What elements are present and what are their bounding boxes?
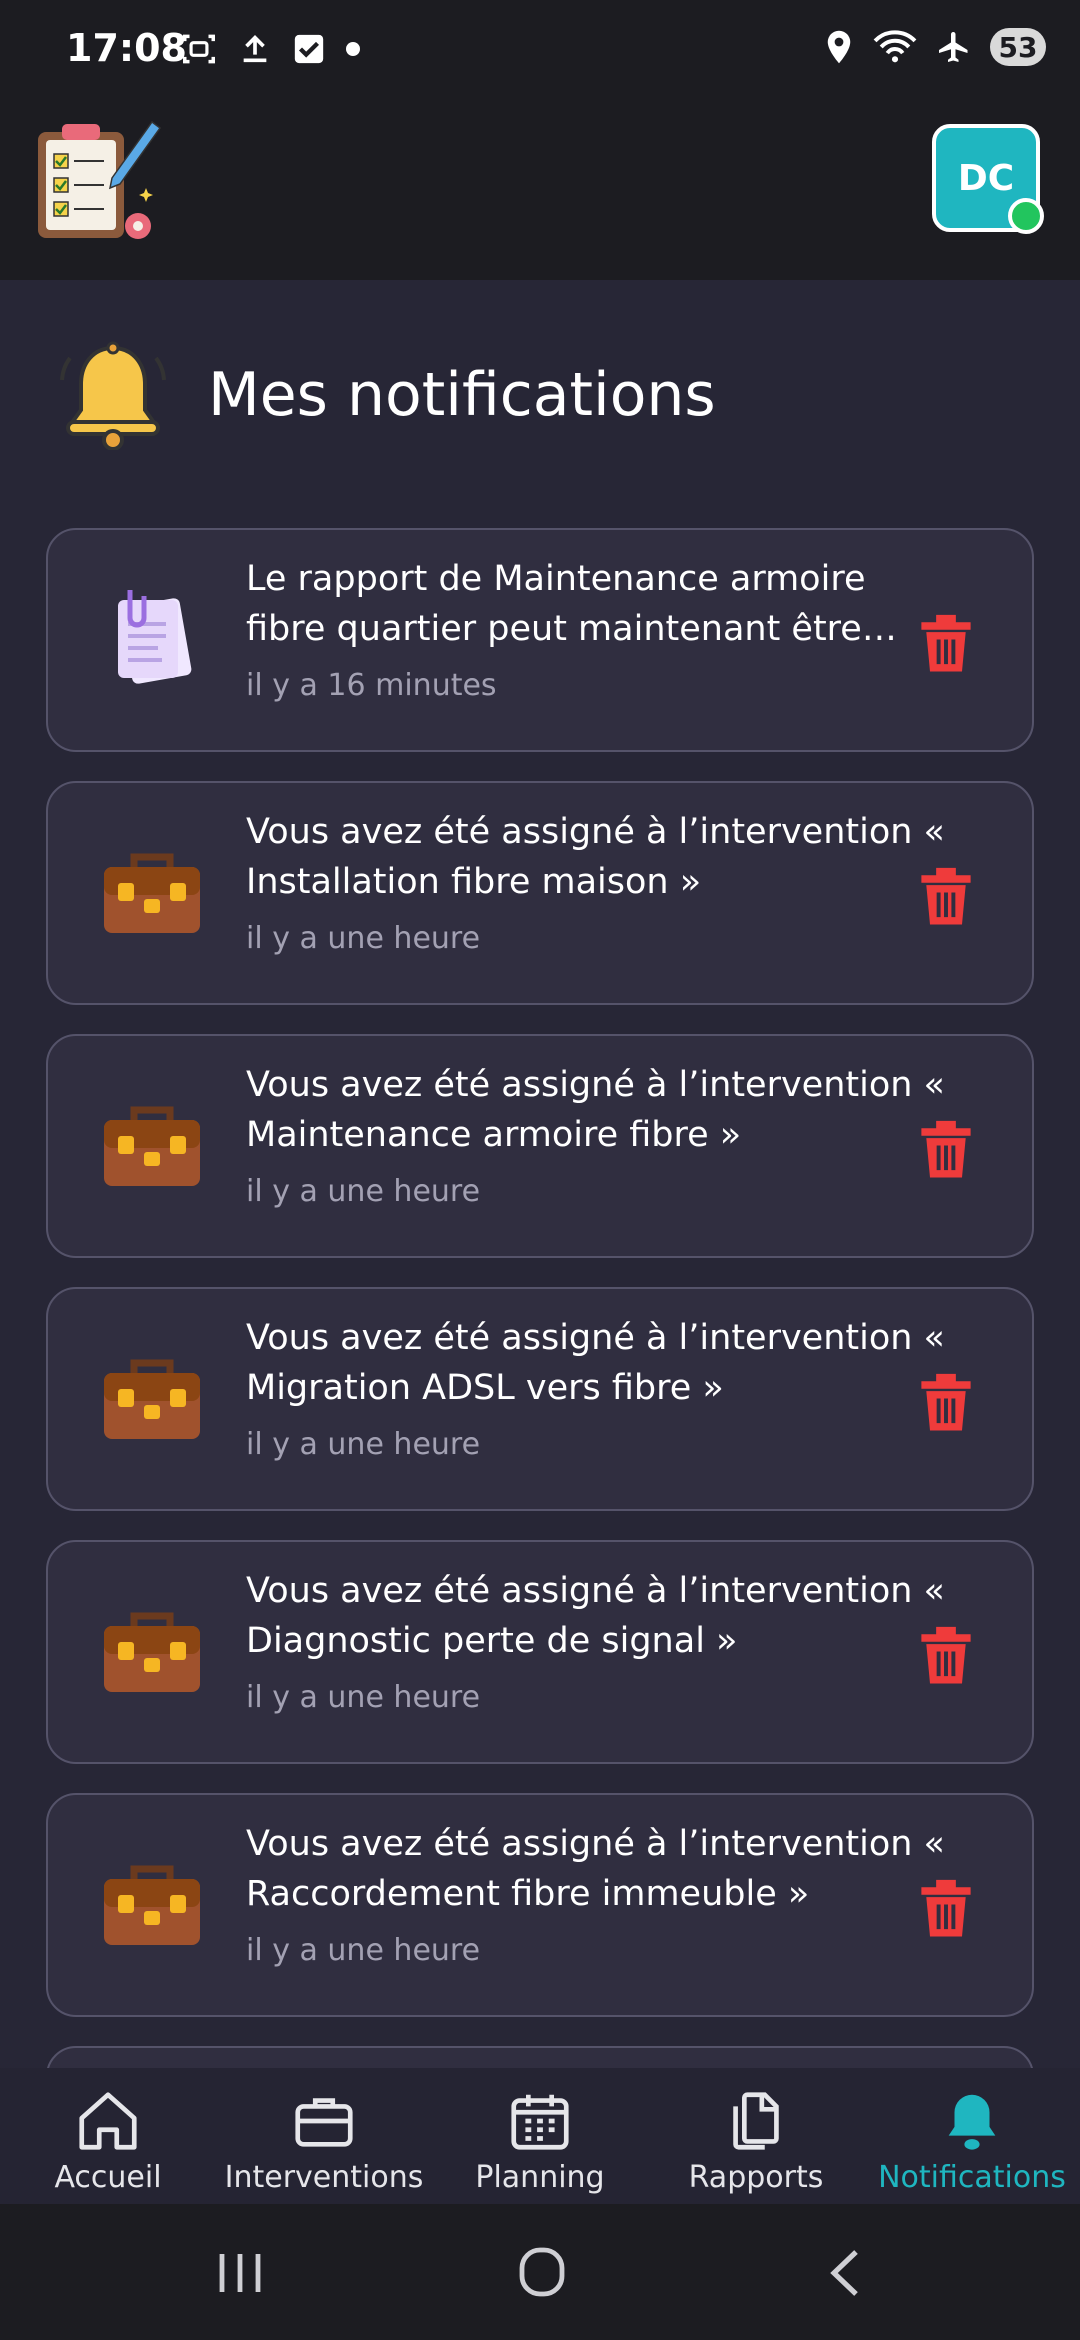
airplane-icon	[939, 32, 968, 62]
online-status-dot	[1008, 198, 1044, 234]
nav-interventions[interactable]: Interventions	[216, 2068, 432, 2204]
trash-icon[interactable]	[916, 863, 976, 927]
battery-indicator: 53	[990, 28, 1046, 66]
page-title: Mes notifications	[208, 360, 716, 430]
dot-icon	[346, 42, 360, 56]
notification-card[interactable]: Vous avez été assigné à l’intervention «…	[46, 781, 1034, 1005]
notification-card[interactable]: Vous avez été assigné à l’intervention «…	[46, 1540, 1034, 1764]
trash-icon[interactable]	[916, 1369, 976, 1433]
location-icon	[827, 30, 851, 64]
screenshot-icon	[183, 34, 215, 64]
app-logo-checklist-icon	[38, 120, 162, 239]
page-header: Mes notifications	[60, 340, 716, 450]
notification-message: Vous avez été assigné à l’intervention «…	[246, 1065, 945, 1155]
notifications-list[interactable]: Le rapport de Maintenance armoire fibre …	[46, 528, 1034, 2068]
upload-icon	[243, 35, 267, 63]
notification-card-partial[interactable]	[46, 2046, 1034, 2068]
trash-icon[interactable]	[916, 610, 976, 674]
bell-icon	[948, 2094, 996, 2150]
status-time: 17:08	[66, 26, 187, 70]
notification-card[interactable]: Le rapport de Maintenance armoire fibre …	[46, 528, 1034, 752]
briefcase-icon	[104, 1612, 200, 1692]
home-button-icon[interactable]	[516, 2244, 568, 2300]
nav-planning[interactable]: Planning	[432, 2068, 648, 2204]
nav-label: Rapports	[688, 2160, 824, 2195]
nav-label: Notifications	[878, 2160, 1066, 2195]
trash-icon[interactable]	[916, 1875, 976, 1939]
nav-label: Accueil	[54, 2160, 162, 2195]
checkbox-icon	[294, 34, 324, 64]
briefcase-icon	[104, 1106, 200, 1186]
bell-illustration-icon	[60, 341, 166, 450]
notification-message: Le rapport de Maintenance armoire fibre …	[246, 559, 866, 649]
notification-time: il y a une heure	[246, 1427, 481, 1462]
status-bar: 17:08 53	[0, 0, 1080, 100]
nav-notifications[interactable]: Notifications	[864, 2068, 1080, 2204]
nav-rapports[interactable]: Rapports	[648, 2068, 864, 2204]
notification-message: Vous avez été assigné à l’intervention «…	[246, 1318, 945, 1408]
calendar-icon	[511, 2094, 569, 2150]
nav-label: Interventions	[224, 2160, 424, 2195]
briefcase-outline-icon	[295, 2098, 353, 2147]
notification-card[interactable]: Vous avez été assigné à l’intervention «…	[46, 1287, 1034, 1511]
notification-message: Vous avez été assigné à l’intervention «…	[246, 812, 945, 902]
recent-apps-icon[interactable]	[210, 2248, 270, 2298]
status-right-icons: 53	[824, 28, 1046, 66]
notification-time: il y a 16 minutes	[246, 668, 497, 703]
notification-time: il y a une heure	[246, 1174, 481, 1209]
notification-card[interactable]: Vous avez été assigné à l’intervention «…	[46, 1793, 1034, 2017]
status-left-icons	[180, 30, 360, 68]
notification-time: il y a une heure	[246, 1680, 481, 1715]
briefcase-icon	[104, 1359, 200, 1439]
home-icon	[79, 2092, 137, 2150]
notification-message: Vous avez été assigné à l’intervention «…	[246, 1571, 945, 1661]
notification-card[interactable]: Vous avez été assigné à l’intervention «…	[46, 1034, 1034, 1258]
documents-icon	[733, 2092, 779, 2150]
document-icon	[118, 590, 192, 684]
trash-icon[interactable]	[916, 1116, 976, 1180]
bottom-navigation: Accueil Interventions Planning Rapports …	[0, 2068, 1080, 2204]
briefcase-icon	[104, 1865, 200, 1945]
nav-label: Planning	[475, 2160, 605, 2195]
notification-message: Vous avez été assigné à l’intervention «…	[246, 1824, 945, 1914]
nav-accueil[interactable]: Accueil	[0, 2068, 216, 2204]
notification-time: il y a une heure	[246, 1933, 481, 1968]
briefcase-icon	[104, 853, 200, 933]
wifi-icon	[873, 30, 917, 63]
app-bar: DC	[0, 100, 1080, 280]
back-icon[interactable]	[824, 2246, 868, 2300]
notification-time: il y a une heure	[246, 921, 481, 956]
system-navigation-bar	[0, 2204, 1080, 2340]
trash-icon[interactable]	[916, 1622, 976, 1686]
